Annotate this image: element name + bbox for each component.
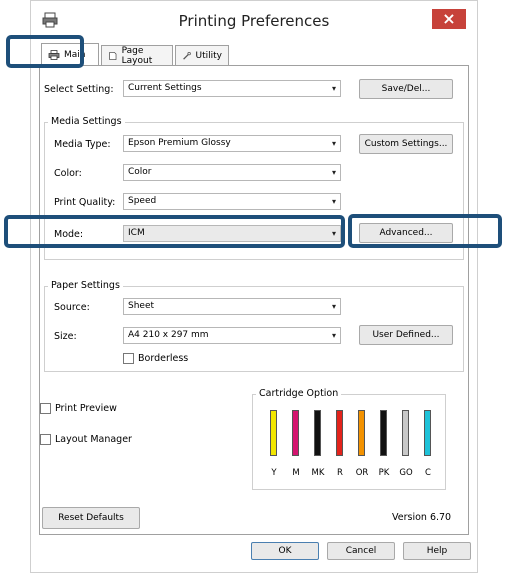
cartridge-levels: Y M MK R OR PK GO C bbox=[266, 410, 442, 482]
mode-dropdown[interactable]: ICM ▾ bbox=[123, 225, 341, 242]
cartridge-bar-c bbox=[424, 410, 431, 456]
cartridge-bar-pk bbox=[380, 410, 387, 456]
chevron-down-icon: ▾ bbox=[331, 168, 336, 177]
size-dropdown[interactable]: A4 210 x 297 mm ▾ bbox=[123, 327, 341, 344]
select-setting-label: Select Setting: bbox=[44, 84, 114, 95]
media-type-value: Epson Premium Glossy bbox=[128, 138, 231, 148]
layout-manager-label: Layout Manager bbox=[55, 434, 132, 445]
wrench-icon bbox=[183, 51, 191, 60]
window-title: Printing Preferences bbox=[178, 12, 330, 30]
size-value: A4 210 x 297 mm bbox=[128, 330, 209, 340]
tab-page-layout[interactable]: Page Layout bbox=[101, 45, 173, 66]
cartridge-bar-or bbox=[358, 410, 365, 456]
media-type-dropdown[interactable]: Epson Premium Glossy ▾ bbox=[123, 135, 341, 152]
cartridge-bar-mk bbox=[314, 410, 321, 456]
cartridge-label-m: M bbox=[292, 468, 300, 478]
tab-page-layout-label: Page Layout bbox=[121, 45, 153, 66]
chevron-down-icon: ▾ bbox=[331, 229, 336, 238]
cancel-button[interactable]: Cancel bbox=[327, 542, 395, 560]
cartridge-label-mk: MK bbox=[311, 468, 325, 478]
tab-utility-label: Utility bbox=[195, 50, 222, 61]
chevron-down-icon: ▾ bbox=[331, 197, 336, 206]
tab-main-label: Main bbox=[64, 49, 86, 60]
print-quality-label: Print Quality: bbox=[54, 197, 116, 208]
cartridge-bar-r bbox=[336, 410, 343, 456]
reset-defaults-button[interactable]: Reset Defaults bbox=[42, 507, 140, 529]
page-icon bbox=[109, 51, 117, 60]
user-defined-button[interactable]: User Defined... bbox=[359, 325, 453, 345]
cartridge-bar-go bbox=[402, 410, 409, 456]
ok-button[interactable]: OK bbox=[251, 542, 319, 560]
cartridge-label-or: OR bbox=[355, 468, 369, 478]
media-settings-title: Media Settings bbox=[48, 116, 125, 127]
close-button[interactable]: × bbox=[432, 9, 466, 29]
advanced-button[interactable]: Advanced... bbox=[359, 223, 453, 243]
mode-label: Mode: bbox=[54, 229, 84, 240]
color-dropdown[interactable]: Color ▾ bbox=[123, 164, 341, 181]
cartridge-label-c: C bbox=[425, 468, 431, 478]
media-type-label: Media Type: bbox=[54, 139, 111, 150]
layout-manager-checkbox[interactable] bbox=[40, 434, 51, 445]
source-dropdown[interactable]: Sheet ▾ bbox=[123, 298, 341, 315]
borderless-label: Borderless bbox=[138, 353, 189, 364]
color-value: Color bbox=[128, 167, 152, 177]
cartridge-label-r: R bbox=[337, 468, 343, 478]
color-label: Color: bbox=[54, 168, 82, 179]
chevron-down-icon: ▾ bbox=[331, 302, 336, 311]
title-bar: Printing Preferences × bbox=[31, 1, 477, 41]
cartridge-option-title: Cartridge Option bbox=[256, 388, 342, 399]
printer-icon bbox=[48, 49, 60, 60]
cartridge-bar-y bbox=[270, 410, 277, 456]
custom-settings-button[interactable]: Custom Settings... bbox=[359, 134, 453, 154]
select-setting-value: Current Settings bbox=[128, 83, 202, 93]
mode-value: ICM bbox=[128, 228, 145, 238]
tab-utility[interactable]: Utility bbox=[175, 45, 229, 65]
source-value: Sheet bbox=[128, 301, 155, 311]
cartridge-label-y: Y bbox=[271, 468, 277, 478]
chevron-down-icon: ▾ bbox=[331, 331, 336, 340]
version-label: Version 6.70 bbox=[392, 512, 452, 523]
cartridge-label-go: GO bbox=[399, 468, 413, 478]
source-label: Source: bbox=[54, 302, 90, 313]
chevron-down-icon: ▾ bbox=[331, 139, 336, 148]
print-preview-label: Print Preview bbox=[55, 403, 117, 414]
borderless-checkbox[interactable] bbox=[123, 353, 134, 364]
print-quality-value: Speed bbox=[128, 196, 157, 206]
select-setting-dropdown[interactable]: Current Settings ▾ bbox=[123, 80, 341, 97]
print-preview-checkbox[interactable] bbox=[40, 403, 51, 414]
size-label: Size: bbox=[54, 331, 77, 342]
chevron-down-icon: ▾ bbox=[331, 84, 336, 93]
paper-settings-title: Paper Settings bbox=[48, 280, 123, 291]
print-quality-dropdown[interactable]: Speed ▾ bbox=[123, 193, 341, 210]
cartridge-label-pk: PK bbox=[378, 468, 390, 478]
tab-main[interactable]: Main bbox=[41, 43, 99, 65]
printing-preferences-window: Printing Preferences × Main Page Layout … bbox=[30, 0, 478, 573]
help-button[interactable]: Help bbox=[403, 542, 471, 560]
save-del-button[interactable]: Save/Del... bbox=[359, 79, 453, 99]
main-tab-panel: Select Setting: Current Settings ▾ Save/… bbox=[39, 65, 469, 535]
cartridge-bar-m bbox=[292, 410, 299, 456]
